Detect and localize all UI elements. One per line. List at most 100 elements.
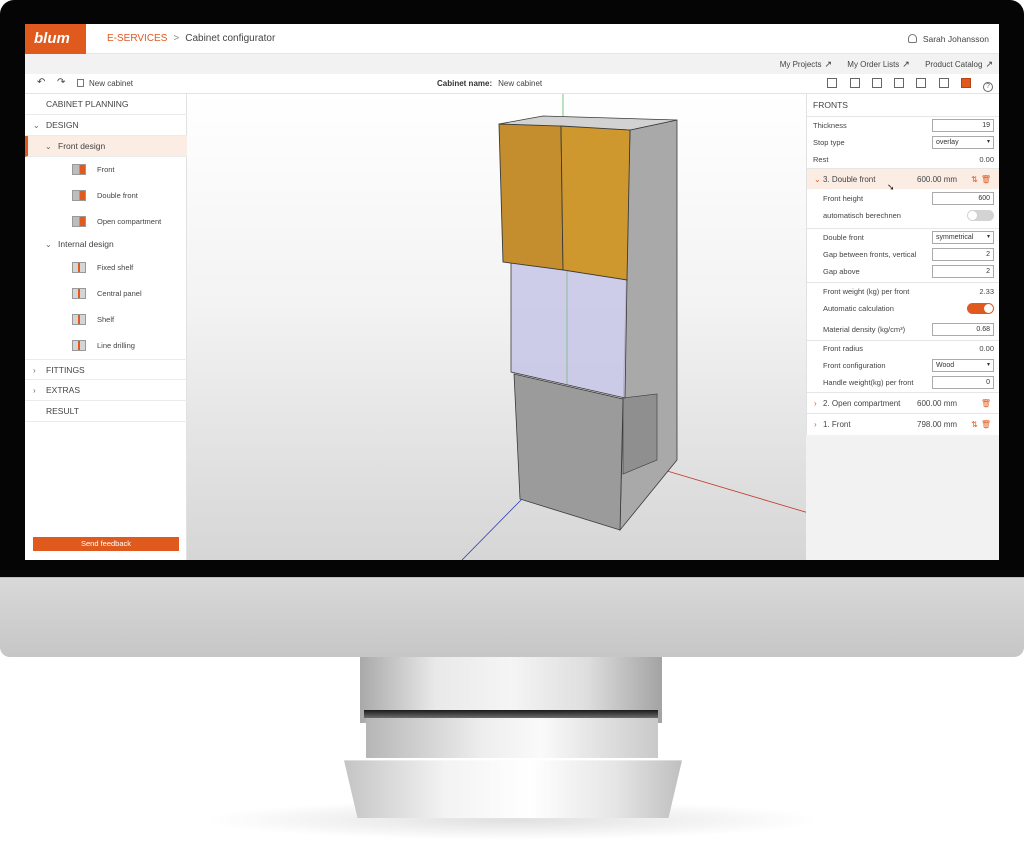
sidebar-item-central-panel[interactable]: Central panel (25, 281, 187, 307)
material-density-row: Material density (kg/cm³) 0.68 (807, 321, 999, 338)
front-label: Front (97, 165, 115, 174)
section-open-compartment-label: 2. Open compartment (823, 399, 901, 408)
reorder-delete-icons[interactable]: ⇅🗑 (971, 169, 994, 190)
view-wireframe-icon[interactable] (938, 78, 949, 88)
view-left-icon[interactable] (849, 78, 860, 88)
redo-icon[interactable]: ↷ (57, 77, 65, 88)
chevron-down-icon: ⌄ (33, 121, 40, 130)
section-front[interactable]: › 1. Front 798.00 mm ⇅🗑 (807, 413, 999, 434)
z-axis-line (461, 498, 523, 560)
view-iso-icon[interactable] (916, 78, 927, 88)
stop-type-label: Stop type (813, 138, 845, 147)
material-density-input[interactable]: 0.68 (932, 323, 994, 336)
breadcrumb-eservices[interactable]: E-SERVICES (107, 33, 167, 44)
front-config-select[interactable]: Wood ▾ (932, 359, 994, 372)
sidebar-item-shelf[interactable]: Shelf (25, 307, 187, 333)
dropdown-arrow-icon: ▾ (986, 362, 990, 368)
auto-calc-row: Automatic calculation (807, 300, 999, 317)
central-panel-label: Central panel (97, 289, 142, 298)
front-radius-value: 0.00 (979, 344, 994, 353)
front-weight-label: Front weight (kg) per front (823, 287, 910, 296)
view-icons: ? (817, 78, 993, 92)
central-panel-icon (72, 288, 86, 299)
handle-weight-input[interactable]: 0 (932, 376, 994, 389)
line-drilling-icon (72, 340, 86, 351)
double-front-left-door[interactable] (498, 123, 564, 271)
line-drilling-label: Line drilling (97, 341, 135, 350)
cabinet-3d-view (461, 94, 806, 560)
stop-type-select[interactable]: overlay ▾ (932, 136, 994, 149)
sidebar-item-cabinet-planning[interactable]: CABINET PLANNING (25, 94, 187, 115)
view-right-icon[interactable] (871, 78, 882, 88)
front-config-row: Front configuration Wood ▾ (807, 357, 999, 374)
my-projects-link[interactable]: My Projects ↗ (780, 59, 833, 69)
front-radius-row: Front radius 0.00 (807, 340, 999, 357)
double-front-right-door[interactable] (560, 125, 631, 281)
sidebar-item-front[interactable]: Front (25, 157, 187, 183)
new-cabinet-button[interactable]: New cabinet (77, 74, 133, 94)
open-compartment-icon (72, 216, 86, 227)
sidebar-item-double-front[interactable]: Double front (25, 183, 187, 209)
view-solid-icon[interactable] (960, 78, 971, 88)
undo-icon[interactable]: ↶ (37, 77, 45, 88)
reorder-delete-icons[interactable]: ⇅🗑 (971, 414, 994, 435)
chevron-down-icon: ⌄ (814, 175, 821, 184)
sidebar-item-internal-design[interactable]: ⌄ Internal design (25, 234, 187, 255)
top-bar: blum E-SERVICES > Cabinet configurator Sar… (25, 24, 999, 54)
front-height-label: Front height (823, 194, 864, 203)
section-open-compartment[interactable]: › 2. Open compartment 600.00 mm 🗑 (807, 392, 999, 413)
sidebar-item-front-design[interactable]: ⌄ Front design (25, 136, 187, 157)
external-link-icon: ↗ (824, 59, 833, 69)
thickness-label: Thickness (813, 121, 847, 130)
user-menu[interactable]: Sarah Johansson (907, 24, 989, 54)
front-height-row: Front height 600 (807, 190, 999, 207)
gap-above-input[interactable]: 2 (932, 265, 994, 278)
double-front-select[interactable]: symmetrical ▾ (932, 231, 994, 244)
auto-calc-toggle[interactable] (967, 303, 994, 314)
shelf-icon (72, 314, 86, 325)
sidebar-item-fittings[interactable]: › FITTINGS (25, 359, 187, 380)
view-front-icon[interactable] (827, 78, 838, 88)
product-catalog-link[interactable]: Product Catalog ↗ (925, 59, 993, 69)
section-double-front-size: 600.00 mm (917, 175, 958, 184)
front-icon (72, 164, 86, 175)
link-bar: My Projects ↗ My Order Lists ↗ Product Cat… (25, 54, 999, 74)
gap-above-row: Gap above 2 (807, 263, 999, 280)
rest-value: 0.00 (979, 155, 994, 164)
section-open-compartment-size: 600.00 mm (917, 399, 958, 408)
stop-type-value: overlay (936, 139, 959, 146)
external-links: My Projects ↗ My Order Lists ↗ Product Cat… (767, 54, 993, 74)
send-feedback-button[interactable]: Send feedback (33, 537, 179, 551)
fixed-shelf-label: Fixed shelf (97, 263, 134, 272)
new-cabinet-label: New cabinet (89, 79, 134, 88)
front-height-input[interactable]: 600 (932, 192, 994, 205)
extras-label: EXTRAS (46, 385, 81, 395)
thickness-input[interactable]: 19 (932, 119, 994, 132)
double-front-label: Double front (823, 233, 864, 242)
cabinet-name-label: Cabinet name: (437, 79, 493, 88)
help-icon[interactable]: ? (983, 82, 993, 92)
cabinet-name: Cabinet name: New cabinet (437, 74, 542, 94)
toolbar: ↶ ↷ New cabinet Cabinet name: New cabinet… (25, 74, 999, 94)
auto-calc-de-toggle[interactable] (967, 210, 994, 221)
view-top-icon[interactable] (894, 78, 905, 88)
trash-icon[interactable]: 🗑 (981, 393, 994, 414)
sidebar-item-result[interactable]: RESULT (25, 401, 187, 422)
blum-logo[interactable]: blum (25, 24, 86, 54)
section-double-front[interactable]: ⌄ 3. Double front 600.00 mm ⇅🗑 (807, 168, 999, 189)
sidebar-item-line-drilling[interactable]: Line drilling (25, 333, 187, 359)
front-design-label: Front design (58, 141, 106, 151)
cabinet-name-value[interactable]: New cabinet (498, 79, 542, 88)
gap-vertical-input[interactable]: 2 (932, 248, 994, 261)
my-order-lists-link[interactable]: My Order Lists ↗ (847, 59, 910, 69)
sidebar-item-extras[interactable]: › EXTRAS (25, 380, 187, 401)
user-icon (907, 34, 917, 43)
gap-vertical-label: Gap between fronts, vertical (823, 250, 917, 259)
chevron-right-icon: > (173, 33, 180, 44)
fittings-label: FITTINGS (46, 365, 85, 375)
sidebar-item-fixed-shelf[interactable]: Fixed shelf (25, 255, 187, 281)
dropdown-arrow-icon: ▾ (986, 139, 990, 145)
3d-viewport[interactable] (187, 94, 806, 560)
sidebar-item-design[interactable]: ⌄ DESIGN (25, 115, 187, 136)
sidebar-item-open-compartment[interactable]: Open compartment (25, 209, 187, 235)
